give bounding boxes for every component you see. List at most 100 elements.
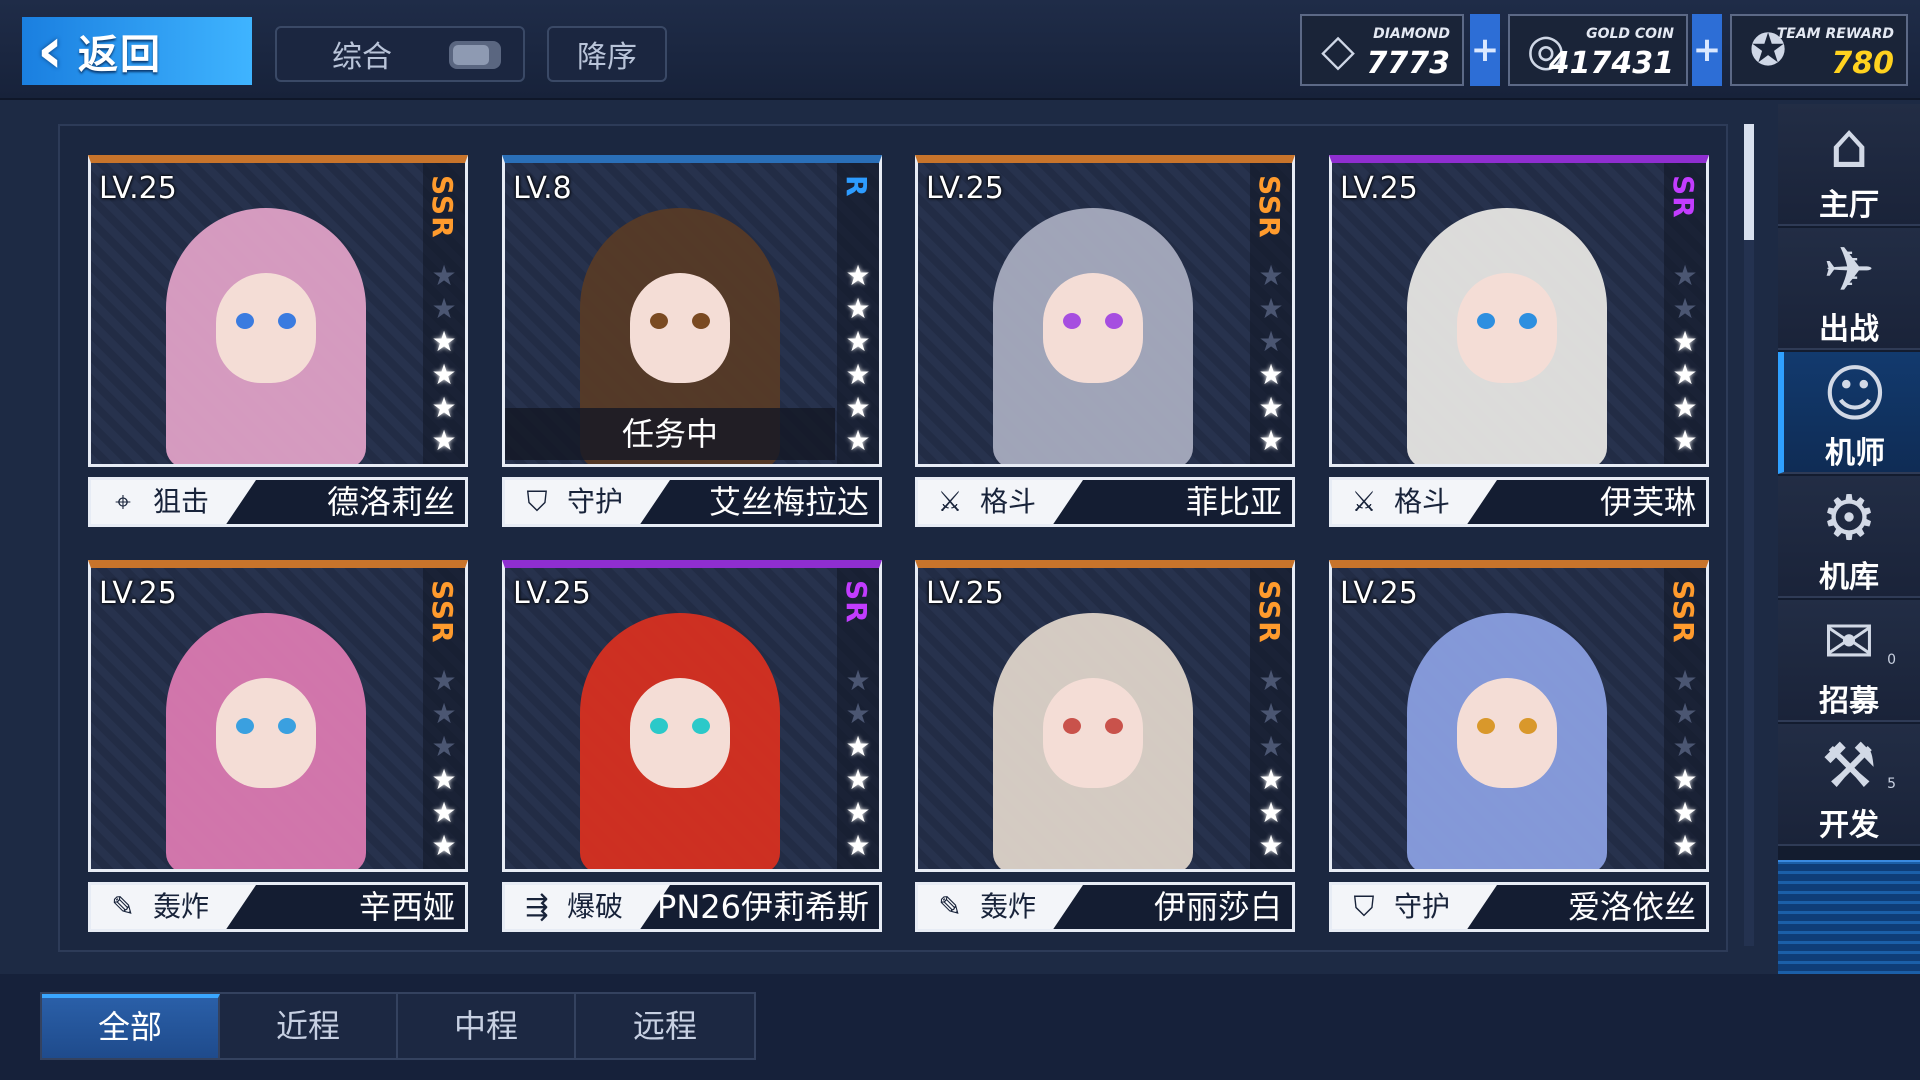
role-label: 守护 (1394, 890, 1451, 923)
pilot-eye (236, 313, 254, 329)
rarity-badge: SR (1667, 175, 1700, 219)
star-filled-icon: ★ (845, 325, 871, 358)
team-reward-label: TEAM REWARD (1776, 26, 1894, 42)
pilot-eye (278, 718, 296, 734)
pilot-portrait: LV.8 R ★ ★ ★ ★ ★ ★ 任务中 (502, 155, 882, 467)
star-filled-icon: ★ (1672, 763, 1698, 796)
pilot-level: LV.25 (99, 576, 177, 611)
star-filled-icon: ★ (431, 763, 457, 796)
star-filled-icon: ★ (1672, 358, 1698, 391)
star-filled-icon: ★ (431, 358, 457, 391)
minimap-thumbnail[interactable] (1778, 860, 1920, 974)
star-filled-icon: ★ (845, 424, 871, 457)
bomber-icon: ✎ (111, 890, 135, 923)
pilot-card[interactable]: LV.8 R ★ ★ ★ ★ ★ ★ 任务中 ⛉ 守护 艾丝梅拉达 (502, 155, 882, 527)
role-tag: ✎ 轰炸 (91, 885, 256, 929)
star-empty-icon: ★ (1258, 730, 1284, 763)
pilot-eye (692, 313, 710, 329)
sidebar-item-sortie[interactable]: ✈ 出战 (1778, 228, 1920, 350)
star-empty-icon: ★ (1258, 325, 1284, 358)
right-sidebar: ⌂ 主厅 ✈ 出战 ☺ 机师 ⚙ 机库 ✉ 0 招募 ⚒ 5 开发 (1778, 104, 1920, 974)
scroll-thumb[interactable] (1744, 124, 1754, 240)
sidebar-item-hall[interactable]: ⌂ 主厅 (1778, 104, 1920, 226)
recruit-icon: ✉ (1823, 605, 1875, 678)
pilot-card[interactable]: LV.25 SSR ★ ★ ★ ★ ★ ★ ✎ 轰炸 辛西娅 (88, 560, 468, 932)
role-tag: ⇶ 爆破 (505, 885, 670, 929)
pilot-card[interactable]: LV.25 SSR ★ ★ ★ ★ ★ ★ ⌖ 狙击 德洛莉丝 (88, 155, 468, 527)
back-button[interactable]: ‹ 返回 (22, 17, 252, 85)
star-empty-icon: ★ (845, 697, 871, 730)
star-empty-icon: ★ (1672, 259, 1698, 292)
role-label: 爆破 (567, 890, 624, 923)
pilot-face (216, 273, 316, 383)
pilot-portrait: LV.25 SR ★ ★ ★ ★ ★ ★ (502, 560, 882, 872)
rarity-strip: SSR ★ ★ ★ ★ ★ ★ (423, 163, 465, 464)
pilot-name: 艾丝梅拉达 (708, 483, 869, 521)
sidebar-item-develop[interactable]: ⚒ 5 开发 (1778, 724, 1920, 846)
pilot-face (216, 678, 316, 788)
tab-range[interactable]: 全部 (42, 994, 220, 1058)
pilot-face (1043, 678, 1143, 788)
star-empty-icon: ★ (431, 259, 457, 292)
role-label: 轰炸 (980, 890, 1037, 923)
pilot-face (1457, 678, 1557, 788)
sidebar-item-label: 招募 (1819, 684, 1879, 719)
star-empty-icon: ★ (1258, 664, 1284, 697)
pilot-card[interactable]: LV.25 SR ★ ★ ★ ★ ★ ★ ⚔ 格斗 伊芙琳 (1329, 155, 1709, 527)
tab-range[interactable]: 远程 (576, 994, 754, 1058)
star-filled-icon: ★ (1258, 763, 1284, 796)
sort-toggle-icon (449, 41, 501, 69)
star-empty-icon: ★ (1672, 697, 1698, 730)
pilot-name: 德洛莉丝 (326, 483, 455, 521)
rarity-strip: SSR ★ ★ ★ ★ ★ ★ (1250, 163, 1292, 464)
pilot-card[interactable]: LV.25 SR ★ ★ ★ ★ ★ ★ ⇶ 爆破 PN26伊莉希斯 (502, 560, 882, 932)
pilot-card[interactable]: LV.25 SSR ★ ★ ★ ★ ★ ★ ⛉ 守护 爱洛依丝 (1329, 560, 1709, 932)
pilot-eye (236, 718, 254, 734)
star-rating: ★ ★ ★ ★ ★ ★ (429, 664, 459, 862)
pilot-eye (1477, 313, 1495, 329)
pilot-name: 爱洛依丝 (1567, 888, 1696, 926)
pilot-name-bar: ✎ 轰炸 辛西娅 (88, 882, 468, 932)
bomber-icon: ✎ (938, 890, 962, 923)
order-button[interactable]: 降序 (547, 26, 667, 82)
shield-icon: ⛉ (526, 485, 548, 518)
pilot-portrait: LV.25 SR ★ ★ ★ ★ ★ ★ (1329, 155, 1709, 467)
sort-dropdown[interactable]: 综合 (275, 26, 525, 82)
star-empty-icon: ★ (1672, 730, 1698, 763)
gold-value: 417431 (1548, 46, 1674, 81)
pilot-name: 伊丽莎白 (1153, 888, 1282, 926)
grid-scrollbar[interactable] (1744, 124, 1754, 946)
role-label: 格斗 (980, 485, 1037, 518)
star-rating: ★ ★ ★ ★ ★ ★ (1670, 259, 1700, 457)
rarity-strip: SR ★ ★ ★ ★ ★ ★ (837, 568, 879, 869)
star-filled-icon: ★ (845, 796, 871, 829)
star-filled-icon: ★ (431, 391, 457, 424)
role-tag: ✎ 轰炸 (918, 885, 1083, 929)
pilot-card[interactable]: LV.25 SSR ★ ★ ★ ★ ★ ★ ⚔ 格斗 菲比亚 (915, 155, 1295, 527)
tab-range[interactable]: 近程 (220, 994, 398, 1058)
star-filled-icon: ★ (1672, 325, 1698, 358)
pilot-name-bar: ⛉ 守护 艾丝梅拉达 (502, 477, 882, 527)
pilot-card[interactable]: LV.25 SSR ★ ★ ★ ★ ★ ★ ✎ 轰炸 伊丽莎白 (915, 560, 1295, 932)
pilot-portrait: LV.25 SSR ★ ★ ★ ★ ★ ★ (88, 560, 468, 872)
add-diamond-button[interactable]: + (1470, 14, 1500, 86)
sidebar-item-recruit[interactable]: ✉ 0 招募 (1778, 600, 1920, 722)
back-label: 返回 (78, 32, 162, 78)
tab-range[interactable]: 中程 (398, 994, 576, 1058)
team-reward-counter: ✪ TEAM REWARD 780 (1730, 14, 1908, 86)
pilot-name-bar: ⇶ 爆破 PN26伊莉希斯 (502, 882, 882, 932)
sidebar-item-pilot[interactable]: ☺ 机师 (1778, 352, 1920, 474)
pilot-name: PN26伊莉希斯 (657, 888, 869, 926)
star-empty-icon: ★ (1258, 697, 1284, 730)
star-filled-icon: ★ (845, 763, 871, 796)
add-gold-button[interactable]: + (1692, 14, 1722, 86)
rarity-badge: R (840, 175, 873, 198)
mission-status-banner: 任务中 (505, 408, 835, 460)
star-filled-icon: ★ (1672, 391, 1698, 424)
star-empty-icon: ★ (431, 292, 457, 325)
sidebar-item-hangar[interactable]: ⚙ 机库 (1778, 476, 1920, 598)
team-reward-value: 780 (1831, 46, 1894, 81)
pilot-portrait: LV.25 SSR ★ ★ ★ ★ ★ ★ (915, 155, 1295, 467)
diamond-value: 7773 (1366, 46, 1451, 81)
star-empty-icon: ★ (1258, 292, 1284, 325)
